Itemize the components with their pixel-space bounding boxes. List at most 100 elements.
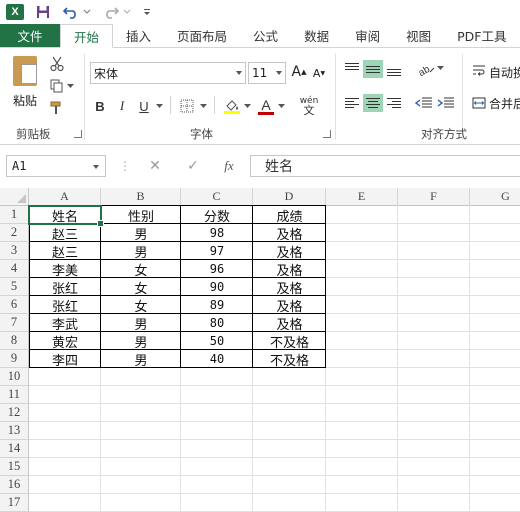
cell-c1[interactable]: 分数 bbox=[181, 206, 253, 225]
cell-b3[interactable]: 男 bbox=[101, 242, 181, 261]
cell-b2[interactable]: 男 bbox=[101, 224, 181, 243]
row-header-7[interactable]: 7 bbox=[0, 314, 29, 332]
cell-b9[interactable]: 男 bbox=[101, 350, 181, 369]
align-left-icon[interactable] bbox=[342, 94, 362, 112]
row-header-14[interactable]: 14 bbox=[0, 440, 29, 458]
cell-d7[interactable]: 及格 bbox=[253, 314, 326, 333]
cell-a7[interactable]: 李武 bbox=[29, 314, 101, 333]
format-painter-icon[interactable] bbox=[48, 100, 66, 116]
font-color-icon[interactable]: A bbox=[256, 96, 276, 116]
tab-data[interactable]: 数据 bbox=[291, 24, 342, 47]
paste-button[interactable]: 粘贴 bbox=[8, 56, 42, 114]
fill-color-icon[interactable] bbox=[222, 96, 242, 116]
grow-font-icon[interactable]: A ▲ bbox=[290, 64, 308, 80]
clipboard-launcher-icon[interactable] bbox=[74, 130, 82, 138]
tab-page-layout[interactable]: 页面布局 bbox=[164, 24, 240, 47]
tab-formulas[interactable]: 公式 bbox=[240, 24, 291, 47]
name-box[interactable]: A1 bbox=[6, 155, 106, 177]
column-header-e[interactable]: E bbox=[326, 188, 398, 206]
undo-dropdown-icon[interactable] bbox=[82, 3, 92, 21]
cell-c7[interactable]: 80 bbox=[181, 314, 253, 332]
font-family-select[interactable]: 宋体 bbox=[90, 62, 246, 84]
cell-d9[interactable]: 不及格 bbox=[253, 350, 326, 369]
align-middle-icon[interactable] bbox=[363, 60, 383, 78]
shrink-font-icon[interactable]: A ▼ bbox=[310, 65, 328, 81]
cell-b7[interactable]: 男 bbox=[101, 314, 181, 333]
cell-b6[interactable]: 女 bbox=[101, 296, 181, 315]
save-icon[interactable] bbox=[34, 3, 52, 21]
row-header-5[interactable]: 5 bbox=[0, 278, 29, 296]
insert-function-icon[interactable]: fx bbox=[220, 157, 238, 175]
row-header-3[interactable]: 3 bbox=[0, 242, 29, 260]
decrease-indent-icon[interactable] bbox=[414, 94, 434, 112]
row-header-10[interactable]: 10 bbox=[0, 368, 29, 386]
cell-d5[interactable]: 及格 bbox=[253, 278, 326, 297]
orientation-dropdown-icon[interactable] bbox=[437, 60, 447, 78]
row-header-15[interactable]: 15 bbox=[0, 458, 29, 476]
formula-input[interactable]: 姓名 bbox=[250, 155, 520, 177]
align-bottom-icon[interactable] bbox=[384, 60, 404, 78]
column-header-f[interactable]: F bbox=[398, 188, 470, 206]
cell-c6[interactable]: 89 bbox=[181, 296, 253, 314]
row-header-6[interactable]: 6 bbox=[0, 296, 29, 314]
cell-d6[interactable]: 及格 bbox=[253, 296, 326, 315]
fill-color-dropdown-icon[interactable] bbox=[242, 96, 252, 116]
cell-c9[interactable]: 40 bbox=[181, 350, 253, 368]
tab-review[interactable]: 审阅 bbox=[342, 24, 393, 47]
cell-b4[interactable]: 女 bbox=[101, 260, 181, 279]
tab-insert[interactable]: 插入 bbox=[113, 24, 164, 47]
cell-a4[interactable]: 李美 bbox=[29, 260, 101, 279]
merge-center-icon[interactable] bbox=[470, 95, 488, 111]
row-header-17[interactable]: 17 bbox=[0, 494, 29, 512]
cut-icon[interactable] bbox=[48, 56, 66, 72]
copy-icon[interactable] bbox=[48, 78, 66, 94]
row-header-1[interactable]: 1 bbox=[0, 206, 29, 224]
font-size-select[interactable]: 11 bbox=[248, 62, 286, 84]
redo-dropdown-icon[interactable] bbox=[122, 3, 132, 21]
align-top-icon[interactable] bbox=[342, 60, 362, 78]
row-header-4[interactable]: 4 bbox=[0, 260, 29, 278]
column-header-b[interactable]: B bbox=[101, 188, 181, 206]
customize-toolbar-icon[interactable] bbox=[138, 3, 156, 21]
cell-d2[interactable]: 及格 bbox=[253, 224, 326, 243]
row-header-11[interactable]: 11 bbox=[0, 386, 29, 404]
cell-a6[interactable]: 张红 bbox=[29, 296, 101, 315]
cell-c8[interactable]: 50 bbox=[181, 332, 253, 350]
cell-a3[interactable]: 赵三 bbox=[29, 242, 101, 261]
italic-button[interactable]: I bbox=[114, 96, 130, 116]
cell-d3[interactable]: 及格 bbox=[253, 242, 326, 261]
tab-home[interactable]: 开始 bbox=[60, 24, 114, 48]
column-header-g[interactable]: G bbox=[470, 188, 520, 206]
phonetic-guide-button[interactable]: wén 文 bbox=[296, 96, 322, 117]
underline-button[interactable]: U bbox=[136, 96, 152, 116]
column-header-d[interactable]: D bbox=[253, 188, 326, 206]
tab-pdf-tools[interactable]: PDF工具 bbox=[444, 24, 519, 47]
undo-icon[interactable] bbox=[62, 3, 80, 21]
cell-c5[interactable]: 90 bbox=[181, 278, 253, 296]
cell-a9[interactable]: 李四 bbox=[29, 350, 101, 369]
wrap-text-icon[interactable] bbox=[470, 63, 488, 79]
row-header-8[interactable]: 8 bbox=[0, 332, 29, 350]
row-header-2[interactable]: 2 bbox=[0, 224, 29, 242]
increase-indent-icon[interactable] bbox=[436, 94, 456, 112]
cell-c2[interactable]: 98 bbox=[181, 224, 253, 242]
tab-file[interactable]: 文件 bbox=[0, 24, 60, 47]
font-launcher-icon[interactable] bbox=[323, 130, 331, 138]
align-center-icon[interactable] bbox=[363, 94, 383, 112]
enter-icon[interactable]: ✓ bbox=[184, 157, 202, 175]
bold-button[interactable]: B bbox=[92, 96, 108, 116]
row-header-13[interactable]: 13 bbox=[0, 422, 29, 440]
redo-icon[interactable] bbox=[102, 3, 120, 21]
cell-a2[interactable]: 赵三 bbox=[29, 224, 101, 243]
spreadsheet-grid[interactable]: A B C D E F G 1 2 3 4 5 6 7 8 9 10 11 12 13 14 15 16 17 姓名 性别 分数 成绩… bbox=[0, 188, 520, 512]
cell-a8[interactable]: 黄宏 bbox=[29, 332, 101, 351]
column-header-c[interactable]: C bbox=[181, 188, 253, 206]
row-header-16[interactable]: 16 bbox=[0, 476, 29, 494]
tab-view[interactable]: 视图 bbox=[393, 24, 444, 47]
row-header-12[interactable]: 12 bbox=[0, 404, 29, 422]
cell-b5[interactable]: 女 bbox=[101, 278, 181, 297]
copy-dropdown-icon[interactable] bbox=[66, 78, 74, 94]
font-color-dropdown-icon[interactable] bbox=[276, 96, 286, 116]
cell-a5[interactable]: 张红 bbox=[29, 278, 101, 297]
wrap-text-label[interactable]: 自动换 bbox=[489, 64, 520, 81]
